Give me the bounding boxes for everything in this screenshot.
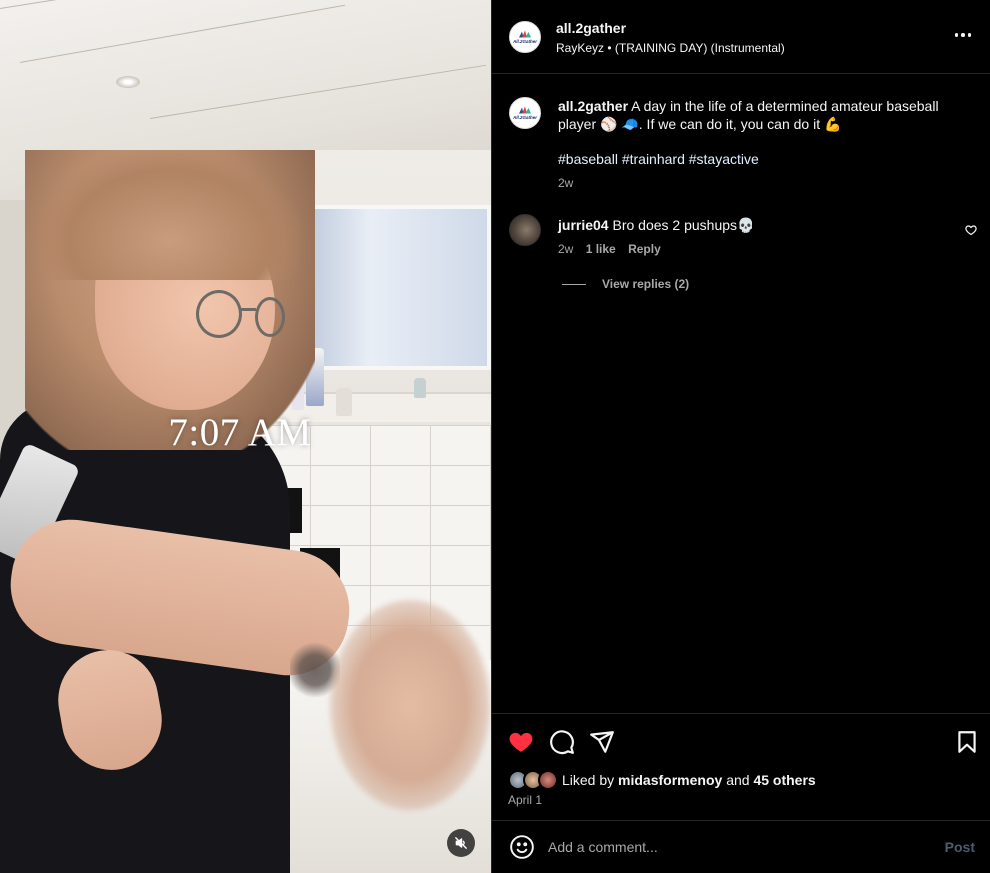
liker-avatars[interactable] (508, 770, 560, 790)
mute-button[interactable] (447, 829, 475, 857)
caption-hashtags[interactable]: #baseball #trainhard #stayactive (558, 151, 759, 167)
comment-body: jurrie04 Bro does 2 pushups💀 (558, 217, 754, 234)
liked-by-others[interactable]: 45 others (753, 772, 815, 788)
bathroom-window (288, 205, 491, 370)
speaker-muted-icon (455, 837, 467, 849)
glasses-lens (196, 290, 242, 338)
comment-likes-count[interactable]: 1 like (586, 242, 616, 256)
view-replies-button[interactable]: View replies (2) (562, 277, 689, 291)
blurred-hand (330, 600, 490, 810)
comment-text: Bro does 2 pushups💀 (612, 217, 755, 233)
caption-username[interactable]: all.2gather (558, 98, 628, 114)
more-options-button[interactable] (953, 25, 973, 45)
comment-like-heart-icon[interactable] (965, 224, 977, 236)
post-details-panel: All.2Gather all.2gather RayKeyz • (TRAIN… (491, 0, 990, 873)
glasses-lens (255, 297, 285, 337)
caption-author-avatar[interactable]: All.2Gather (509, 97, 541, 129)
post-date[interactable]: April 1 (508, 793, 542, 807)
comment-reply-button[interactable]: Reply (628, 242, 661, 256)
liker-avatar (538, 770, 558, 790)
comment-input[interactable] (548, 836, 918, 858)
post-header: All.2Gather all.2gather RayKeyz • (TRAIN… (492, 0, 990, 74)
author-username[interactable]: all.2gather (556, 20, 626, 36)
author-avatar[interactable]: All.2Gather (509, 21, 541, 53)
liked-by-prefix: Liked by (562, 772, 615, 788)
glasses-bridge (240, 308, 256, 311)
commenter-avatar[interactable] (509, 214, 541, 246)
comment-timestamp: 2w (558, 242, 574, 256)
post-actions: Liked by midasformenoy and 45 others Apr… (492, 713, 990, 820)
view-replies-label: View replies (2) (602, 277, 690, 291)
cup (414, 378, 426, 398)
more-options-icon-dot (961, 33, 965, 37)
ceiling-light (116, 76, 140, 88)
caption-timestamp: 2w (558, 176, 574, 190)
more-options-icon (954, 33, 959, 37)
brand-logo-text: All.2Gather (512, 114, 537, 120)
replies-divider-line (562, 283, 586, 285)
video-overlay-text: 7:07 AM (168, 411, 312, 454)
likes-summary: Liked by midasformenoy and 45 others (508, 769, 816, 791)
brand-logo-icon (519, 30, 531, 38)
save-bookmark-icon[interactable] (954, 729, 980, 755)
share-send-icon[interactable] (589, 729, 615, 755)
like-heart-icon[interactable] (508, 729, 534, 755)
liked-by-and: and (726, 772, 750, 788)
caption-body: all.2gather A day in the life of a deter… (558, 97, 958, 133)
video-player[interactable]: 7:07 AM (0, 0, 491, 873)
comment-meta: 2w 1 like Reply (558, 242, 661, 256)
person-hair-fringe (40, 150, 300, 280)
post-comment-button[interactable]: Post (945, 839, 975, 855)
comment-bubble-icon[interactable] (549, 729, 575, 755)
liked-by-username[interactable]: midasformenoy (618, 772, 722, 788)
emoji-smiley-icon[interactable] (509, 834, 535, 860)
add-comment-bar: Post (492, 820, 990, 873)
brand-logo-text: All.2Gather (512, 38, 537, 44)
more-options-icon-dot (967, 33, 972, 37)
commenter-username[interactable]: jurrie04 (558, 217, 609, 233)
brand-logo-icon (519, 106, 531, 114)
audio-track-link[interactable]: RayKeyz • (TRAINING DAY) (Instrumental) (556, 41, 785, 55)
